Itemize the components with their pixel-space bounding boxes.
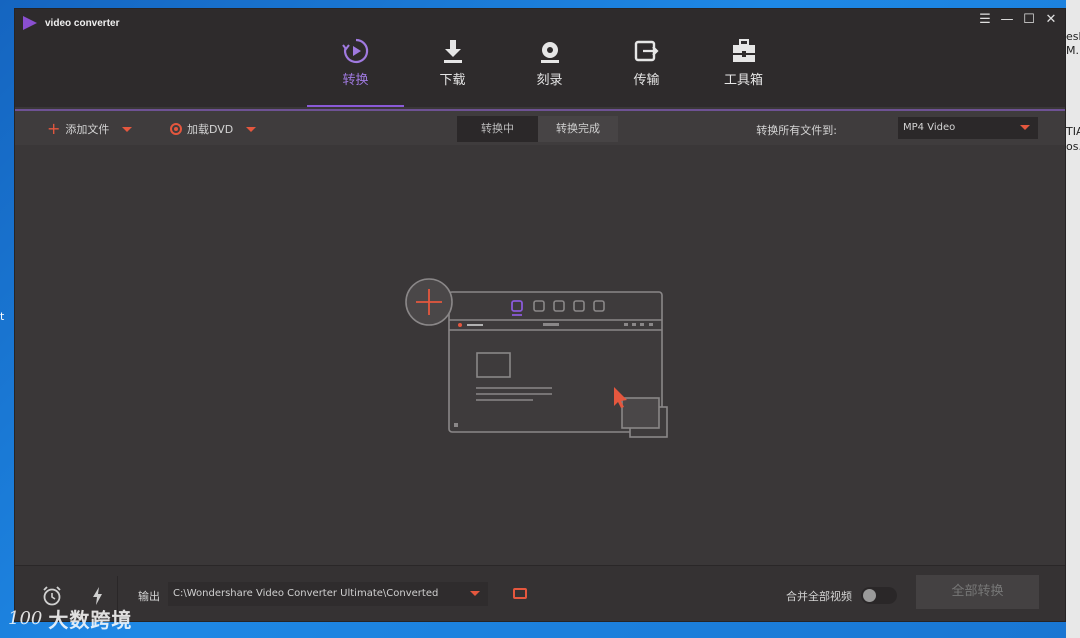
desktop-label: t: [0, 310, 5, 323]
status-segment: 转换中 转换完成: [457, 116, 618, 142]
merge-toggle[interactable]: [861, 587, 897, 604]
desktop-edge: esk M... TIA os...: [1066, 0, 1080, 638]
folder-icon[interactable]: [513, 588, 527, 599]
chevron-down-icon[interactable]: [246, 126, 257, 132]
burn-icon: [536, 37, 564, 65]
main-nav: 转换 下载 刻录 传输 工具箱: [307, 31, 792, 107]
tab-toolbox[interactable]: 工具箱: [695, 31, 792, 107]
desktop-label: os...: [1066, 140, 1080, 153]
tab-convert[interactable]: 转换: [307, 31, 404, 107]
chevron-down-icon: [470, 591, 480, 596]
toolbar: + 添加文件 加载DVD 转换中 转换完成 转换所有文件到: MP4 Video: [15, 109, 1065, 145]
load-dvd-label: 加载DVD: [187, 123, 234, 136]
chevron-down-icon[interactable]: [122, 126, 133, 132]
output-label: 输出: [138, 590, 160, 603]
convert-icon: [341, 37, 370, 65]
plus-icon: +: [47, 119, 61, 138]
bottom-bar: 输出 C:\Wondershare Video Converter Ultima…: [15, 565, 1065, 621]
format-value: MP4 Video: [903, 122, 956, 133]
maximize-button[interactable]: ☐: [1021, 11, 1037, 29]
app-logo: video converter: [23, 16, 119, 30]
output-format-select[interactable]: MP4 Video: [898, 117, 1038, 139]
watermark: 100 大数跨境: [8, 604, 132, 633]
watermark-text: 大数跨境: [48, 608, 133, 632]
menu-icon[interactable]: ☰: [977, 11, 993, 29]
tab-label: 传输: [633, 73, 660, 88]
tab-finished[interactable]: 转换完成: [538, 116, 618, 142]
output-path-value: C:\Wondershare Video Converter Ultimate\…: [173, 588, 439, 599]
toolbox-icon: [730, 37, 758, 65]
tab-label: 刻录: [536, 73, 563, 88]
transfer-icon: [633, 37, 661, 65]
minimize-button[interactable]: —: [999, 11, 1015, 29]
disc-icon: [170, 123, 182, 135]
merge-all-label: 合并全部视频: [786, 590, 852, 603]
file-drop-area[interactable]: [15, 145, 1065, 565]
chevron-down-icon: [1020, 125, 1030, 130]
tab-label: 下载: [439, 73, 466, 88]
convert-all-to-label: 转换所有文件到:: [756, 124, 837, 137]
add-files-label: 添加文件: [65, 123, 110, 136]
download-icon: [439, 37, 467, 65]
tab-converting[interactable]: 转换中: [457, 116, 538, 142]
desktop-label: TIA: [1066, 125, 1080, 138]
play-logo-icon: [23, 16, 37, 30]
desktop-label: esk: [1066, 30, 1080, 43]
tab-label: 工具箱: [723, 73, 763, 88]
desktop-label: M...: [1066, 44, 1080, 57]
app-title: video converter: [45, 17, 120, 29]
tab-transfer[interactable]: 传输: [598, 31, 695, 107]
title-bar: video converter ☰ — ☐ ✕ 转换 下载 刻录 传输 工具箱: [15, 9, 1065, 107]
convert-all-button[interactable]: 全部转换: [916, 575, 1039, 609]
toggle-knob: [863, 589, 876, 602]
load-dvd-button[interactable]: 加载DVD: [170, 121, 257, 137]
window-controls: ☰ — ☐ ✕: [977, 11, 1059, 29]
add-files-button[interactable]: + 添加文件: [47, 119, 133, 138]
tab-download[interactable]: 下载: [404, 31, 501, 107]
output-path-select[interactable]: C:\Wondershare Video Converter Ultimate\…: [168, 582, 488, 606]
app-window: video converter ☰ — ☐ ✕ 转换 下载 刻录 传输 工具箱 …: [14, 8, 1066, 622]
tab-burn[interactable]: 刻录: [501, 31, 598, 107]
watermark-logo: 100: [8, 608, 43, 629]
tab-label: 转换: [342, 73, 369, 88]
empty-state-illustration: [405, 278, 668, 438]
close-button[interactable]: ✕: [1043, 11, 1059, 29]
